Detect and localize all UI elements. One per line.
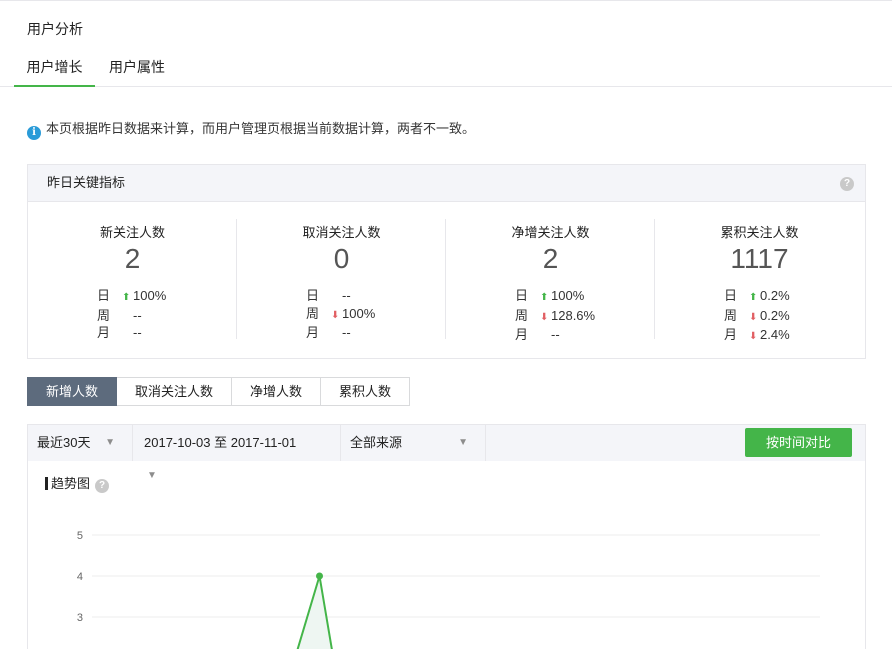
trend-chart: 5 4 3 <box>77 530 820 649</box>
page-frame: 用户分析 用户增长 用户属性 i 本页根据昨日数据来计算，而用户管理页根据当前数据… <box>0 0 892 649</box>
y-tick-label: 4 <box>77 571 83 583</box>
y-tick-label: 3 <box>77 612 83 624</box>
y-tick-label: 5 <box>77 530 83 542</box>
data-point[interactable] <box>316 572 323 580</box>
